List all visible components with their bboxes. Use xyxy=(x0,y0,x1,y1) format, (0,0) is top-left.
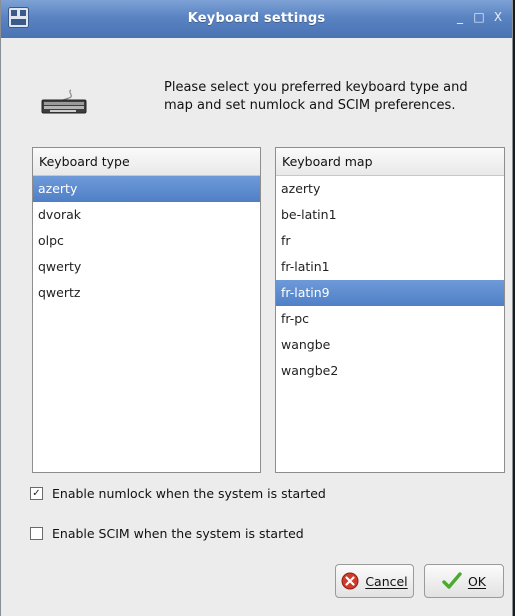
numlock-option[interactable]: ✓ Enable numlock when the system is star… xyxy=(30,486,326,501)
keyboard-map-list[interactable]: Keyboard map azerty be-latin1 fr fr-latin1 f… xyxy=(275,147,505,473)
window-title: Keyboard settings xyxy=(187,11,326,26)
scim-label[interactable]: Enable SCIM when the system is started xyxy=(52,526,304,541)
keyboard-type-list[interactable]: Keyboard type azerty dvorak olpc qwerty qwer… xyxy=(32,147,261,473)
ok-label: OK xyxy=(467,573,487,589)
keyboard-type-item[interactable]: dvorak xyxy=(33,202,260,228)
minimize-button[interactable]: _ xyxy=(454,10,466,24)
keyboard-type-items: azerty dvorak olpc qwerty qwertz xyxy=(33,176,260,306)
keyboard-type-header[interactable]: Keyboard type xyxy=(33,148,260,176)
cancel-label: Cancel xyxy=(365,573,408,589)
numlock-label[interactable]: Enable numlock when the system is starte… xyxy=(52,486,326,501)
keyboard-map-item[interactable]: be-latin1 xyxy=(276,202,504,228)
keyboard-map-item[interactable]: fr-latin1 xyxy=(276,254,504,280)
keyboard-map-header[interactable]: Keyboard map xyxy=(276,148,504,176)
close-button[interactable]: X xyxy=(492,10,504,24)
cancel-button[interactable]: Cancel xyxy=(335,564,414,598)
keyboard-map-item[interactable]: fr xyxy=(276,228,504,254)
keyboard-map-item[interactable]: azerty xyxy=(276,176,504,202)
keyboard-icon xyxy=(41,89,87,114)
keyboard-type-item[interactable]: qwerty xyxy=(33,254,260,280)
keyboard-map-item[interactable]: fr-pc xyxy=(276,306,504,332)
scim-checkbox[interactable] xyxy=(30,527,43,540)
keyboard-type-item[interactable]: olpc xyxy=(33,228,260,254)
checkmark-icon xyxy=(442,572,462,589)
keyboard-map-item[interactable]: wangbe2 xyxy=(276,358,504,384)
keyboard-map-item[interactable]: wangbe xyxy=(276,332,504,358)
ok-button[interactable]: OK xyxy=(424,564,504,598)
instructions-text: Please select you preferred keyboard typ… xyxy=(164,80,468,113)
window-controls: _ □ X xyxy=(454,10,504,24)
keyboard-map-item[interactable]: fr-latin9 xyxy=(276,280,504,306)
keyboard-type-item[interactable]: azerty xyxy=(33,176,260,202)
keyboard-map-items: azerty be-latin1 fr fr-latin1 fr-latin9 fr-pc… xyxy=(276,176,504,384)
numlock-checkbox[interactable]: ✓ xyxy=(30,487,43,500)
keyboard-type-item[interactable]: qwertz xyxy=(33,280,260,306)
keyboard-settings-window: Keyboard settings _ □ X Please select yo… xyxy=(0,0,513,616)
cancel-icon xyxy=(341,572,359,590)
scim-option[interactable]: Enable SCIM when the system is started xyxy=(30,526,304,541)
maximize-button[interactable]: □ xyxy=(473,10,485,24)
title-bar[interactable]: Keyboard settings _ □ X xyxy=(1,0,512,38)
